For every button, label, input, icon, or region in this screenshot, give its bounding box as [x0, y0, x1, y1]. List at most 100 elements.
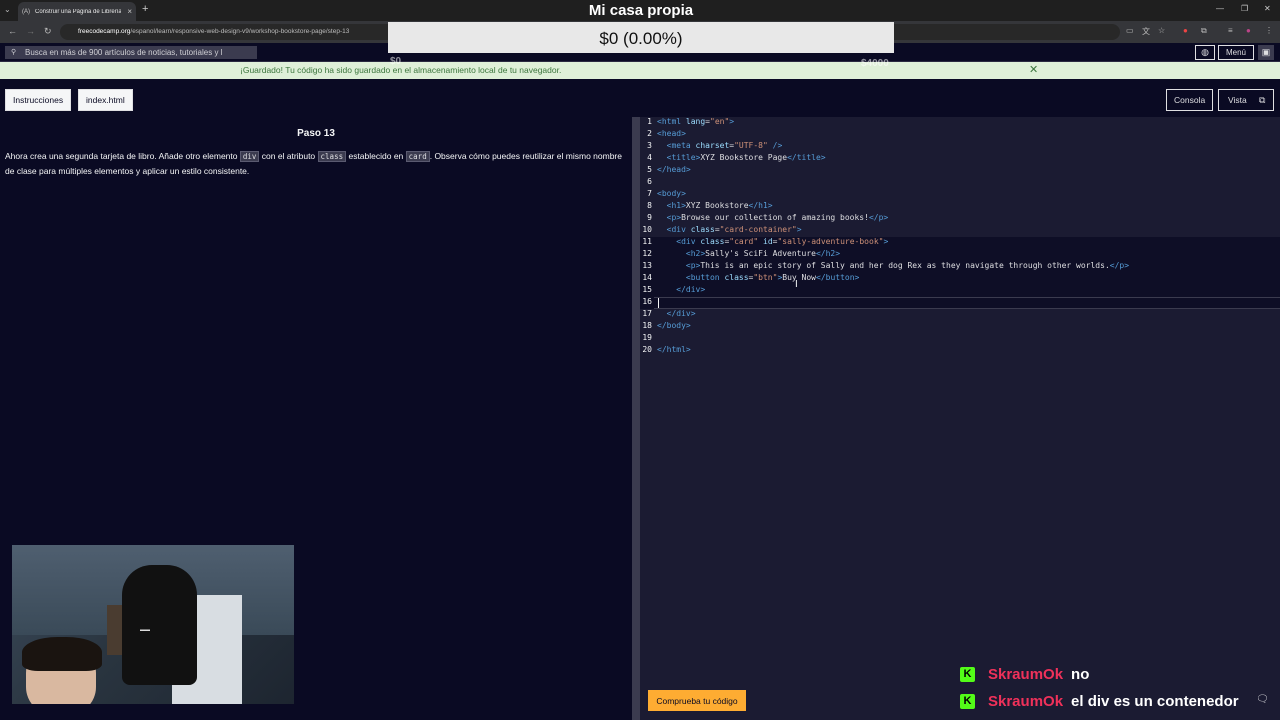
code-line[interactable]: <p>This is an epic story of Sally and he… — [657, 261, 1129, 270]
code-token: Sally's SciFi Adventure — [705, 249, 816, 258]
search-placeholder: Busca en más de 900 artículos de noticia… — [25, 48, 223, 57]
browser-tab[interactable]: (A) Construir una Página de Librería × — [18, 2, 136, 21]
code-line[interactable]: <title>XYZ Bookstore Page</title> — [657, 153, 826, 162]
close-window-icon[interactable]: ✕ — [1264, 4, 1271, 13]
goal-end-label: $4000 — [861, 58, 889, 69]
desc-text: con el atributo — [259, 151, 318, 161]
new-tab-icon[interactable]: + — [142, 3, 148, 15]
extension-red-icon[interactable]: ● — [1183, 26, 1188, 35]
code-editor[interactable]: I 1 <html lang="en"> 2 <head> 3 <meta charse… — [640, 117, 1280, 720]
line-number: 3 — [647, 141, 652, 150]
preview-toggle[interactable]: Vista ⧉ — [1218, 89, 1274, 111]
code-line[interactable]: <head> — [657, 129, 686, 138]
chat-text: no — [1071, 665, 1090, 683]
code-line[interactable]: <button class="btn">Buy Now</button> — [657, 273, 859, 282]
close-tab-icon[interactable]: × — [127, 7, 132, 16]
desc-text: establecido en — [346, 151, 406, 161]
url-path: /espanol/learn/responsive-web-design-v9/… — [130, 28, 350, 35]
install-app-icon[interactable]: ▭ — [1126, 26, 1134, 35]
code-line[interactable]: <div class="card-container"> — [657, 225, 802, 234]
saved-flash-message: ¡Guardado! Tu código ha sido guardado en… — [0, 62, 1280, 79]
line-number: 1 — [647, 117, 652, 126]
code-line[interactable]: </html> — [657, 345, 691, 354]
line-number: 16 — [642, 297, 652, 306]
line-number: 12 — [642, 249, 652, 258]
code-token: lang — [685, 117, 706, 126]
code-token: "UTF-8" — [734, 141, 768, 150]
code-token: </head> — [657, 165, 691, 174]
code-token: charset — [695, 141, 730, 150]
extensions-puzzle-icon[interactable]: ⧉ — [1201, 26, 1207, 36]
user-avatar[interactable]: ▣ — [1258, 45, 1274, 60]
code-line[interactable]: </body> — [657, 321, 691, 330]
code-token: "card-container" — [719, 225, 797, 234]
code-line[interactable]: <html lang="en"> — [657, 117, 734, 126]
profile-avatar-icon[interactable]: ● — [1246, 26, 1251, 35]
back-icon[interactable]: ← — [8, 26, 17, 36]
code-line[interactable]: </div> — [657, 285, 705, 294]
code-line[interactable]: <div class="card" id="sally-adventure-bo… — [657, 237, 888, 246]
code-line[interactable]: <h2>Sally's SciFi Adventure</h2> — [657, 249, 840, 258]
line-number: 14 — [642, 273, 652, 282]
close-flash-icon[interactable]: ✕ — [1029, 62, 1038, 79]
line-number: 4 — [647, 153, 652, 162]
webcam-hair — [22, 637, 102, 671]
tab-title: Construir una Página de Librería — [35, 8, 121, 15]
reload-icon[interactable]: ↻ — [44, 26, 52, 37]
code-token: <div — [666, 225, 691, 234]
code-line[interactable]: <h1>XYZ Bookstore</h1> — [657, 201, 773, 210]
media-icon[interactable]: ≡ — [1228, 26, 1233, 35]
webcam-feed: ▬▬ — [12, 545, 294, 704]
browser-menu-icon[interactable]: ⋮ — [1265, 26, 1273, 35]
maximize-icon[interactable]: ❐ — [1241, 4, 1248, 13]
code-card: card — [405, 151, 430, 162]
code-line[interactable]: <p>Browse our collection of amazing book… — [657, 213, 889, 222]
code-token: </p> — [868, 213, 889, 222]
url-host: freecodecamp.org — [78, 28, 131, 35]
preview-popout-icon[interactable]: ⧉ — [1259, 90, 1265, 110]
step-title: Paso 13 — [297, 128, 335, 139]
chair-logo: ▬▬ — [140, 627, 150, 633]
chat-bubble-icon[interactable]: 🗨 — [1256, 694, 1269, 705]
code-token: </title> — [787, 153, 826, 162]
code-token: <title> — [666, 153, 701, 162]
code-line[interactable]: </head> — [657, 165, 691, 174]
code-token: <html — [657, 117, 686, 126]
console-toggle[interactable]: Consola — [1166, 89, 1214, 111]
instructions-tab[interactable]: Instrucciones — [5, 89, 72, 111]
line-number: 19 — [642, 333, 652, 342]
tab-search-icon[interactable]: ⌄ — [4, 5, 11, 14]
search-input[interactable]: ⚲ Busca en más de 900 artículos de notic… — [5, 46, 257, 59]
code-token: </div> — [666, 309, 696, 318]
line-number: 2 — [647, 129, 652, 138]
forward-icon[interactable]: → — [26, 26, 35, 36]
chat-text: el div es un contenedor — [1071, 692, 1239, 710]
code-token: This is an epic story of Sally and her d… — [700, 261, 1110, 270]
code-token: > — [883, 237, 889, 246]
code-token: /> — [767, 141, 783, 150]
line-number: 6 — [647, 177, 652, 186]
language-globe-icon[interactable]: ◍ — [1195, 45, 1215, 60]
code-token: "card" — [729, 237, 759, 246]
file-tab-index-html[interactable]: index.html — [78, 89, 133, 111]
code-line[interactable]: <body> — [657, 189, 686, 198]
minimize-icon[interactable]: — — [1216, 4, 1224, 13]
check-code-button[interactable]: Comprueba tu código — [648, 690, 746, 711]
code-token: "btn" — [753, 273, 778, 282]
code-line[interactable]: </div> — [657, 309, 696, 318]
panel-resize-handle[interactable] — [632, 117, 640, 720]
code-token: </h2> — [815, 249, 841, 258]
code-token: </body> — [657, 321, 691, 330]
bookmark-star-icon[interactable]: ☆ — [1158, 26, 1165, 35]
translate-icon[interactable]: 文 — [1142, 26, 1150, 37]
menu-button[interactable]: Menú — [1218, 45, 1254, 60]
line-number: 10 — [642, 225, 652, 234]
code-token: <head> — [657, 129, 686, 138]
code-line[interactable]: <meta charset="UTF-8" /> — [657, 141, 783, 150]
search-icon: ⚲ — [11, 49, 17, 56]
